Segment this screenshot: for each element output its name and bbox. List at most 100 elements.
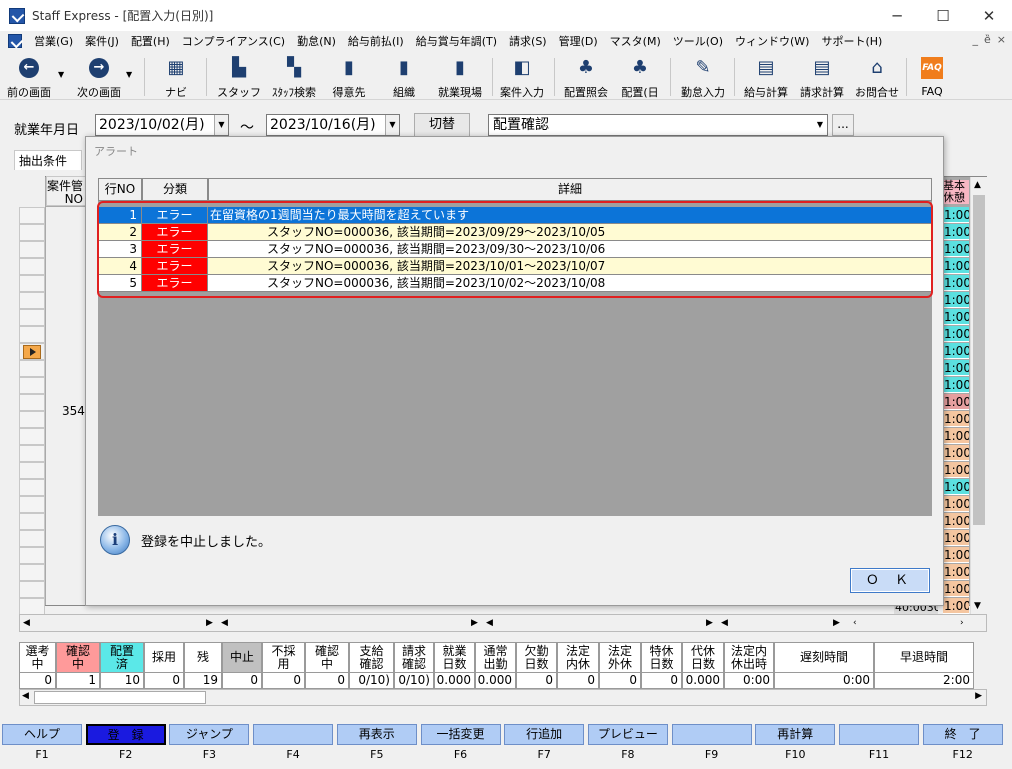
break-time-cell[interactable]: 1:00 [943, 394, 969, 410]
break-time-cell[interactable]: 1:00 [943, 207, 969, 223]
break-time-cell[interactable]: 1:00 [943, 581, 969, 597]
faq-button[interactable]: FAQ FAQ [912, 52, 952, 100]
break-time-cell[interactable]: 1:00 [943, 479, 969, 495]
menu-support[interactable]: サポート(H) [815, 33, 888, 49]
row-header[interactable] [19, 445, 45, 462]
view-select[interactable]: 配置確認 ▼ [488, 114, 828, 136]
maximize-button[interactable]: ☐ [920, 0, 966, 31]
menu-attendance[interactable]: 勤怠(N) [291, 33, 342, 49]
close-button[interactable]: ✕ [966, 0, 1012, 31]
menu-tools[interactable]: ツール(O) [667, 33, 729, 49]
scroll-left-icon[interactable]: ◀ [721, 615, 728, 631]
exit-fkey-button[interactable]: 終 了 [922, 724, 1003, 745]
navi-button[interactable]: ▦ ナビ [156, 52, 196, 100]
row-header[interactable] [19, 207, 45, 224]
column-header-category[interactable]: 分類 [142, 178, 208, 201]
back-dropdown-icon[interactable]: ▼ [58, 70, 64, 79]
f11-fkey-button[interactable] [839, 724, 919, 745]
refresh-fkey-button[interactable]: 再表示 [336, 724, 417, 745]
chevron-down-icon[interactable]: ▼ [813, 115, 827, 135]
row-header[interactable] [19, 496, 45, 513]
break-time-cell[interactable]: 1:00 [943, 360, 969, 376]
organization-button[interactable]: ▮ 組織 [384, 52, 424, 100]
switch-button[interactable]: 切替 [414, 113, 470, 137]
row-header[interactable] [19, 360, 45, 377]
row-header[interactable] [19, 377, 45, 394]
break-time-cell[interactable]: 1:00 [943, 377, 969, 393]
row-header[interactable] [19, 530, 45, 547]
scroll-right-icon[interactable]: ▶ [833, 615, 840, 631]
break-time-cell[interactable]: 1:00 [943, 241, 969, 257]
assignment-daily-button[interactable]: ♣ 配置(日 [616, 52, 664, 100]
register-fkey-button[interactable]: 登 録 [85, 724, 166, 745]
row-header-current[interactable] [19, 343, 45, 360]
mdi-app-icon[interactable] [8, 34, 22, 48]
break-time-cell[interactable]: 1:00 [943, 428, 969, 444]
row-header[interactable] [19, 309, 45, 326]
row-header[interactable] [19, 428, 45, 445]
f9-fkey-button[interactable] [671, 724, 752, 745]
assignment-inquiry-button[interactable]: ♣ 配置照会 [560, 52, 612, 100]
row-header[interactable] [19, 292, 45, 309]
break-time-cell[interactable]: 1:00 [943, 598, 969, 614]
break-time-cell[interactable]: 1:00 [943, 343, 969, 359]
recalculate-fkey-button[interactable]: 再計算 [755, 724, 836, 745]
menu-assignment[interactable]: 配置(H) [125, 33, 176, 49]
break-time-cell[interactable]: 1:00 [943, 564, 969, 580]
scroll-thumb[interactable] [973, 195, 985, 525]
menu-master[interactable]: マスタ(M) [604, 33, 667, 49]
break-time-cell[interactable]: 1:00 [943, 496, 969, 512]
scroll-up-icon[interactable]: ▲ [974, 180, 981, 190]
jump-fkey-button[interactable]: ジャンプ [169, 724, 250, 745]
row-header[interactable] [19, 411, 45, 428]
row-header[interactable] [19, 547, 45, 564]
row-header[interactable] [19, 326, 45, 343]
break-time-cell[interactable]: 1:00 [943, 547, 969, 563]
attendance-entry-button[interactable]: ✎ 勤怠入力 [676, 52, 730, 100]
scroll-left-icon[interactable]: ◀ [221, 615, 228, 631]
scroll-left-icon[interactable]: ‹ [853, 615, 857, 631]
ok-button[interactable]: Ｏ Ｋ [850, 568, 930, 593]
row-header[interactable] [19, 513, 45, 530]
billing-button[interactable]: ▤ 請求計算 [796, 52, 848, 100]
scroll-left-icon[interactable]: ◀ [22, 691, 29, 701]
mdi-restore-button[interactable]: ȅ [984, 33, 991, 46]
inquiry-button[interactable]: ⌂ お問合せ [852, 52, 902, 100]
chevron-down-icon[interactable]: ▼ [214, 115, 228, 135]
date-to-field[interactable]: 2023/10/16(月) ▼ [266, 114, 400, 136]
menu-window[interactable]: ウィンドウ(W) [729, 33, 815, 49]
staff-button[interactable]: ▙ スタッフ [217, 52, 261, 100]
break-time-cell[interactable]: 1:00 [943, 513, 969, 529]
menu-case[interactable]: 案件(J) [79, 33, 125, 49]
mdi-close-button[interactable]: × [997, 33, 1006, 46]
column-header-detail[interactable]: 詳細 [208, 178, 932, 201]
column-header-row-no[interactable]: 行NO [98, 178, 142, 201]
staff-search-button[interactable]: ▚ ｽﾀｯﾌ検索 [266, 52, 322, 100]
chevron-down-icon[interactable]: ▼ [385, 115, 399, 135]
scroll-right-icon[interactable]: ▶ [206, 615, 213, 631]
break-time-cell[interactable]: 1:00 [943, 258, 969, 274]
row-header[interactable] [19, 581, 45, 598]
break-time-cell[interactable]: 1:00 [943, 275, 969, 291]
tab-extract-conditions[interactable]: 抽出条件 [14, 150, 82, 170]
scroll-left-icon[interactable]: ◀ [486, 615, 493, 631]
row-header[interactable] [19, 462, 45, 479]
bulk-change-fkey-button[interactable]: 一括変更 [420, 724, 501, 745]
row-header[interactable] [19, 598, 45, 615]
help-fkey-button[interactable]: ヘルプ [2, 724, 82, 745]
worksite-button[interactable]: ▮ 就業現場 [432, 52, 488, 100]
row-header[interactable] [19, 258, 45, 275]
break-time-cell[interactable]: 1:00 [943, 411, 969, 427]
summary-scrollbar[interactable]: ◀ ▶ [19, 689, 987, 706]
horizontal-scrollbar[interactable]: ◀ ▶ ◀ ▶ ◀ ▶ ◀ ▶ ‹ › [19, 614, 987, 632]
break-time-cell[interactable]: 1:00 [943, 530, 969, 546]
scroll-right-icon[interactable]: ▶ [471, 615, 478, 631]
menu-sales[interactable]: 営業(G) [28, 33, 79, 49]
scroll-down-icon[interactable]: ▼ [974, 601, 981, 611]
vertical-scrollbar[interactable]: ▲ ▼ [970, 177, 987, 617]
back-button[interactable]: ← 前の画面 [4, 52, 54, 100]
break-time-cell[interactable]: 1:00 [943, 224, 969, 240]
minimize-button[interactable]: ─ [874, 0, 920, 31]
preview-fkey-button[interactable]: プレビュー [587, 724, 668, 745]
mdi-minimize-button[interactable]: _ [973, 33, 979, 46]
